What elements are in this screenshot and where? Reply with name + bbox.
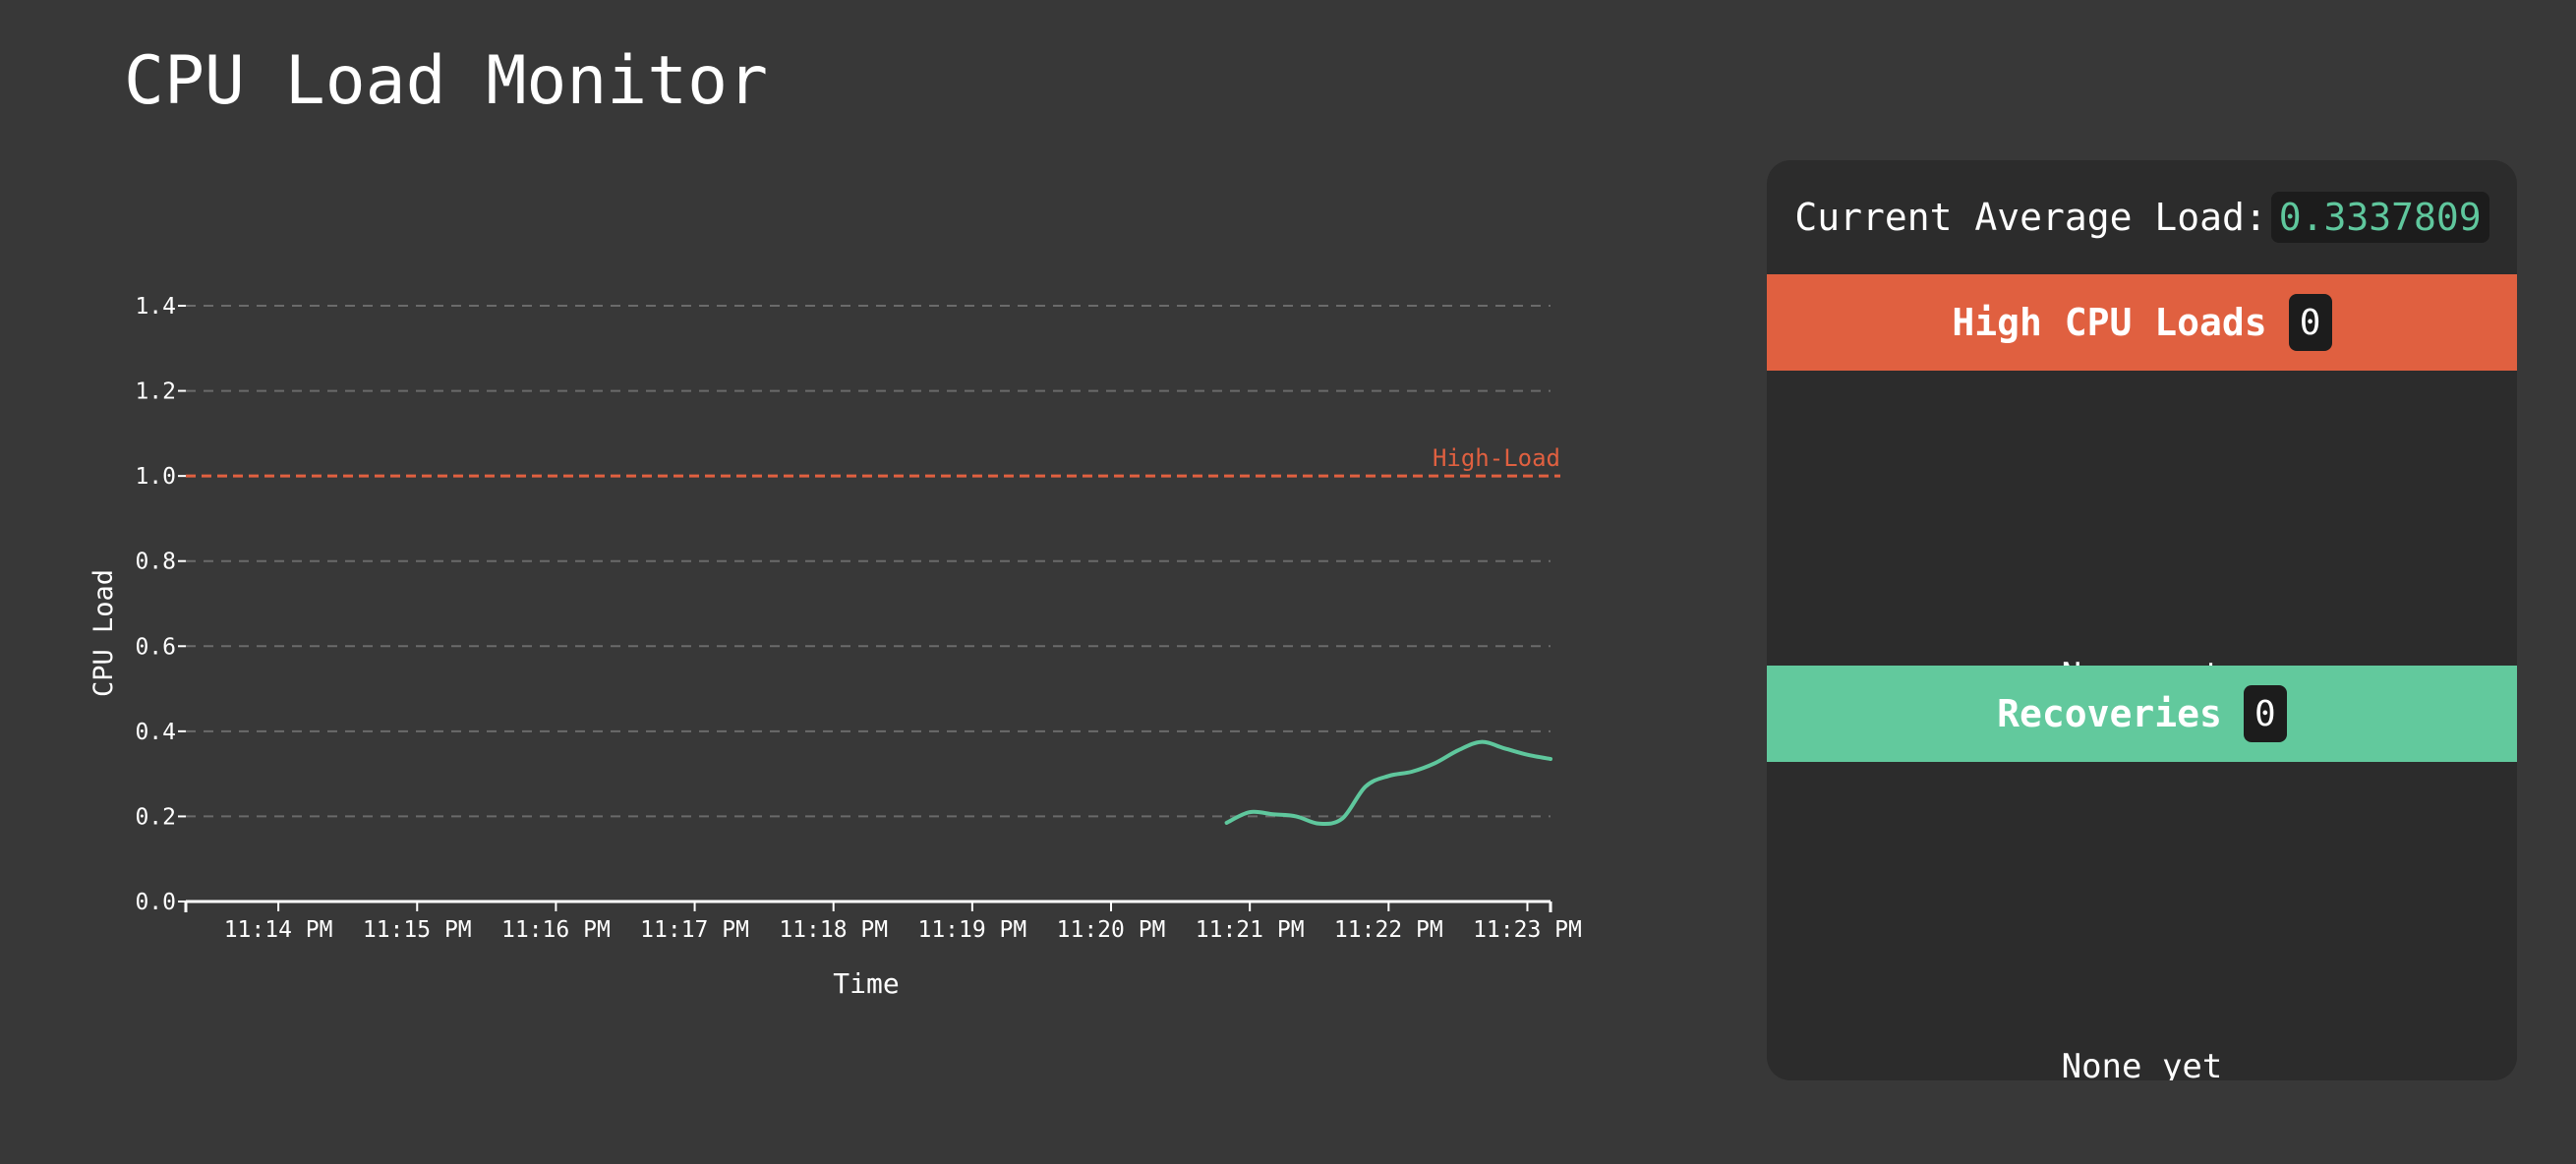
recoveries-title: Recoveries [1997, 692, 2222, 735]
x-tick-label: 11:23 PM [1473, 917, 1582, 943]
x-tick-label: 11:18 PM [779, 917, 888, 943]
y-tick-label: 1.0 [135, 464, 176, 490]
load-status-panel: Current Average Load: 0.3337809 High CPU… [1767, 160, 2517, 1080]
current-average-load-value: 0.3337809 [2270, 192, 2489, 243]
cpu-load-series-line [1224, 739, 1552, 826]
recoveries-empty-message: None yet [2061, 1047, 2223, 1080]
cpu-load-chart: High-Load 0.0 0.2 0.4 0.6 0.8 1.0 1.2 1.4 11:14… [88, 294, 1582, 1000]
y-tick-label: 1.4 [135, 294, 176, 320]
high-cpu-loads-title: High CPU Loads [1952, 301, 2267, 344]
threshold-layer: High-Load [186, 444, 1560, 478]
y-tick-label: 1.2 [135, 379, 176, 405]
y-axis-ticks: 0.0 0.2 0.4 0.6 0.8 1.0 1.2 1.4 [135, 294, 186, 915]
high-cpu-loads-count-badge: 0 [2288, 294, 2332, 351]
y-tick-label: 0.8 [135, 550, 176, 575]
current-average-load-label: Current Average Load: [1794, 196, 2267, 239]
high-cpu-loads-header: High CPU Loads 0 [1767, 274, 2517, 371]
x-tick-label: 11:22 PM [1334, 917, 1443, 943]
y-tick-label: 0.6 [135, 634, 176, 660]
high-load-threshold-label: High-Load [1433, 444, 1560, 472]
current-average-load: Current Average Load: 0.3337809 [1767, 160, 2517, 274]
recoveries-count-badge: 0 [2243, 685, 2287, 742]
x-tick-label: 11:21 PM [1196, 917, 1305, 943]
y-axis-label: CPU Load [88, 569, 119, 697]
x-tick-label: 11:17 PM [640, 917, 749, 943]
y-tick-label: 0.4 [135, 720, 176, 745]
y-tick-label: 0.0 [135, 890, 176, 915]
x-tick-label: 11:15 PM [363, 917, 472, 943]
x-tick-label: 11:14 PM [224, 917, 333, 943]
x-axis: 11:14 PM 11:15 PM 11:16 PM 11:17 PM 11:18 PM… [184, 900, 1582, 943]
x-tick-label: 11:16 PM [501, 917, 611, 943]
y-tick-label: 0.2 [135, 804, 176, 830]
grid-lines [186, 305, 1551, 818]
x-axis-label: Time [833, 967, 899, 1000]
recoveries-header: Recoveries 0 [1767, 666, 2517, 762]
x-tick-label: 11:19 PM [917, 917, 1026, 943]
x-tick-label: 11:20 PM [1057, 917, 1166, 943]
